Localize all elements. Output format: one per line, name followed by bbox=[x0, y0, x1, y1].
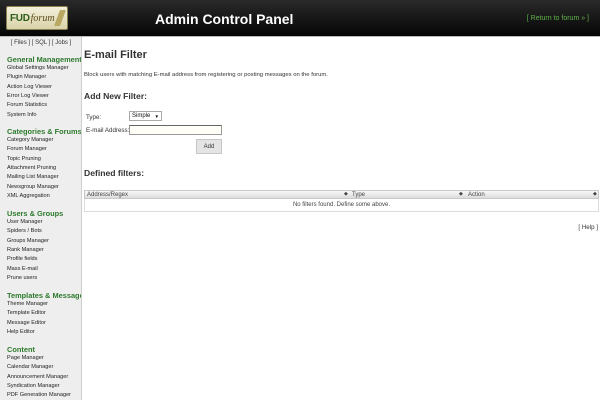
fudforum-logo[interactable]: FUD forum bbox=[6, 6, 68, 30]
filters-table: Address/Regex ◆ Type ◆ Action ◆ No filte… bbox=[84, 190, 599, 212]
files-link[interactable]: Files bbox=[14, 40, 27, 46]
add-filter-heading: Add New Filter: bbox=[84, 91, 148, 101]
chevron-down-icon: ▼ bbox=[154, 114, 159, 119]
sidebar-section-heading: Content bbox=[7, 345, 35, 354]
sidebar-section-heading: General Management bbox=[7, 55, 82, 64]
sidebar-item[interactable]: Newsgroup Manager bbox=[7, 184, 59, 190]
sidebar-item[interactable]: Template Editor bbox=[7, 310, 46, 316]
sidebar-item[interactable]: Syndication Manager bbox=[7, 383, 60, 389]
sidebar-item[interactable]: Groups Manager bbox=[7, 238, 49, 244]
defined-filters-heading: Defined filters: bbox=[84, 168, 145, 178]
sidebar-item[interactable]: Error Log Viewer bbox=[7, 93, 49, 99]
add-button[interactable]: Add bbox=[196, 139, 222, 154]
sidebar-item[interactable]: Prune users bbox=[7, 275, 37, 281]
return-to-forum-link[interactable]: [ Return to forum » ] bbox=[527, 15, 589, 22]
sidebar-item[interactable]: System Info bbox=[7, 112, 37, 118]
sidebar-item[interactable]: Message Editor bbox=[7, 320, 46, 326]
page-title: Admin Control Panel bbox=[155, 11, 294, 27]
sidebar: [ Files ] [ SQL ] [ Jobs ] General Manag… bbox=[0, 37, 82, 400]
sidebar-item[interactable]: Forum Statistics bbox=[7, 102, 47, 108]
sidebar-item[interactable]: Plugin Manager bbox=[7, 74, 46, 80]
sql-link[interactable]: SQL bbox=[35, 40, 47, 46]
sidebar-item[interactable]: Attachment Pruning bbox=[7, 165, 56, 171]
sidebar-section-heading: Templates & Messages bbox=[7, 291, 82, 300]
sidebar-item[interactable]: Page Manager bbox=[7, 355, 44, 361]
sidebar-section-heading: Categories & Forums bbox=[7, 127, 82, 136]
sidebar-item[interactable]: Global Settings Manager bbox=[7, 65, 69, 71]
sidebar-item[interactable]: Action Log Viewer bbox=[7, 84, 52, 90]
main-content: E-mail Filter Block users with matching … bbox=[83, 37, 600, 400]
sidebar-item[interactable]: PDF Generation Manager bbox=[7, 392, 71, 398]
sidebar-item[interactable]: Announcement Manager bbox=[7, 374, 68, 380]
email-address-input[interactable] bbox=[129, 125, 222, 135]
sidebar-item[interactable]: Calendar Manager bbox=[7, 364, 53, 370]
column-address-regex[interactable]: Address/Regex bbox=[87, 192, 128, 198]
sidebar-item[interactable]: Mailing List Manager bbox=[7, 174, 59, 180]
page-description: Block users with matching E-mail address… bbox=[84, 72, 328, 78]
type-label: Type: bbox=[86, 114, 102, 121]
logo-fud-text: FUD bbox=[10, 12, 30, 24]
header-bar: FUD forum Admin Control Panel [ Return t… bbox=[0, 0, 600, 37]
sidebar-item[interactable]: Category Manager bbox=[7, 137, 53, 143]
logo-forum-text: forum bbox=[30, 12, 55, 24]
jobs-link[interactable]: Jobs bbox=[55, 40, 68, 46]
email-address-label: E-mail Address: bbox=[86, 127, 130, 134]
sidebar-item[interactable]: Spiders / Bots bbox=[7, 228, 42, 234]
content-title: E-mail Filter bbox=[84, 49, 147, 61]
table-header: Address/Regex ◆ Type ◆ Action ◆ bbox=[84, 190, 599, 199]
help-link[interactable]: [ Help ] bbox=[578, 224, 598, 231]
type-select-value: Simple bbox=[132, 113, 151, 119]
sidebar-item[interactable]: Profile fields bbox=[7, 256, 37, 262]
sidebar-item[interactable]: XML Aggregation bbox=[7, 193, 50, 199]
column-action[interactable]: Action bbox=[468, 192, 485, 198]
sidebar-item[interactable]: Topic Pruning bbox=[7, 156, 41, 162]
type-select[interactable]: Simple ▼ bbox=[129, 111, 162, 121]
sidebar-item[interactable]: Theme Manager bbox=[7, 301, 48, 307]
sidebar-item[interactable]: User Manager bbox=[7, 219, 42, 225]
sidebar-item[interactable]: Rank Manager bbox=[7, 247, 44, 253]
column-type[interactable]: Type bbox=[352, 192, 365, 198]
sidebar-item[interactable]: Forum Manager bbox=[7, 146, 47, 152]
sidebar-item[interactable]: Mass E-mail bbox=[7, 266, 38, 272]
logo-quill-icon bbox=[53, 10, 66, 26]
sidebar-section-heading: Users & Groups bbox=[7, 209, 64, 218]
sort-action-icon[interactable]: ◆ bbox=[593, 192, 597, 197]
sort-address-icon[interactable]: ◆ bbox=[344, 192, 348, 197]
sidebar-item[interactable]: Help Editor bbox=[7, 329, 35, 335]
sort-type-icon[interactable]: ◆ bbox=[459, 192, 463, 197]
sidebar-top-links: [ Files ] [ SQL ] [ Jobs ] bbox=[10, 40, 72, 46]
table-empty-row: No filters found. Define some above. bbox=[84, 199, 599, 212]
